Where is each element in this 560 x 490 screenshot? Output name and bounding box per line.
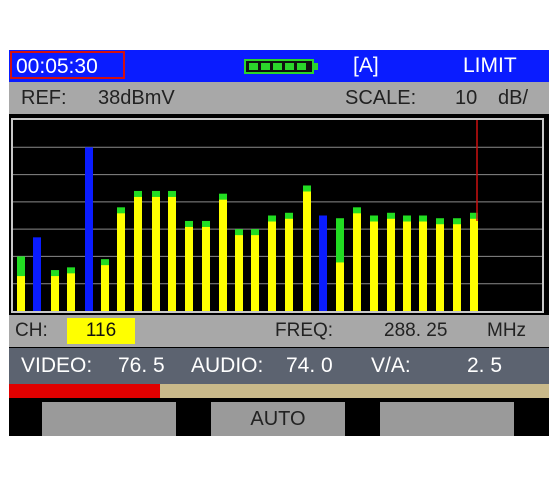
softkey-auto[interactable]: AUTO bbox=[211, 402, 345, 436]
scale-value: 10 bbox=[455, 87, 478, 109]
channel-bar bbox=[436, 224, 444, 311]
channel-bar bbox=[202, 226, 210, 311]
channel-bar bbox=[152, 196, 160, 311]
channel-bar bbox=[17, 276, 25, 311]
analyzer-screen: 00:05:30 [A] LIMIT REF: 38dBmV SCALE: 10… bbox=[9, 50, 549, 436]
ref-label: REF: bbox=[21, 87, 67, 109]
title-bar: 00:05:30 [A] LIMIT bbox=[9, 50, 549, 82]
battery-cell bbox=[273, 63, 282, 70]
channel-value[interactable]: 116 bbox=[67, 318, 135, 344]
softkey-3[interactable] bbox=[380, 402, 514, 436]
channel-bar bbox=[336, 262, 344, 311]
reference-bar: REF: 38dBmV SCALE: 10 dB/ bbox=[9, 82, 549, 114]
softkey-row: AUTO bbox=[9, 402, 549, 436]
channel-bar bbox=[268, 221, 276, 311]
channel-bar bbox=[387, 218, 395, 311]
level-readings: VIDEO: 76. 5 AUDIO: 74. 0 V/A: 2. 5 bbox=[9, 348, 549, 384]
channel-bar bbox=[101, 265, 109, 311]
level-progress-bar bbox=[9, 384, 549, 398]
channel-bar bbox=[185, 226, 193, 311]
battery-cell bbox=[249, 63, 258, 70]
channel-bar bbox=[168, 196, 176, 311]
channel-bar bbox=[370, 221, 378, 311]
video-label: VIDEO: bbox=[21, 354, 93, 377]
channel-bar bbox=[235, 235, 243, 311]
channel-bar bbox=[251, 235, 259, 311]
video-value: 76. 5 bbox=[118, 354, 165, 377]
frequency-label: FREQ: bbox=[275, 320, 334, 341]
audio-label: AUDIO: bbox=[191, 354, 264, 377]
mode-indicator: [A] bbox=[353, 54, 379, 77]
battery-icon bbox=[244, 59, 314, 74]
level-progress-fill bbox=[9, 384, 161, 398]
channel-bar-selected bbox=[85, 147, 93, 311]
limit-indicator: LIMIT bbox=[463, 54, 517, 77]
battery-tip bbox=[314, 63, 318, 70]
channel-bar-selected bbox=[319, 215, 327, 311]
channel-bar bbox=[117, 213, 125, 311]
channel-bar bbox=[285, 218, 293, 311]
frequency-unit: MHz bbox=[487, 320, 527, 341]
channel-bar bbox=[219, 199, 227, 311]
channel-bar bbox=[453, 224, 461, 311]
softkey-1[interactable] bbox=[42, 402, 176, 436]
battery-cell bbox=[285, 63, 294, 70]
spectrum-plot bbox=[11, 118, 544, 313]
channel-bar bbox=[51, 276, 59, 311]
channel-bar bbox=[134, 196, 142, 311]
channel-bar bbox=[67, 273, 75, 311]
channel-bar bbox=[303, 191, 311, 311]
channel-bar: CH: 116 FREQ: 288. 25 MHz bbox=[9, 315, 549, 347]
frequency-value: 288. 25 bbox=[384, 320, 448, 341]
channel-bar bbox=[353, 213, 361, 311]
battery-cell bbox=[261, 63, 270, 70]
clock-display: 00:05:30 bbox=[10, 51, 125, 79]
scale-unit: dB/ bbox=[498, 87, 529, 109]
battery-cell bbox=[297, 63, 306, 70]
spectrum-chart bbox=[13, 120, 542, 311]
channel-bar bbox=[470, 218, 478, 311]
channel-bar-selected bbox=[33, 237, 41, 311]
va-label: V/A: bbox=[371, 354, 411, 377]
channel-label: CH: bbox=[15, 320, 48, 341]
va-value: 2. 5 bbox=[467, 354, 503, 377]
audio-value: 74. 0 bbox=[286, 354, 333, 377]
scale-label: SCALE: bbox=[345, 87, 417, 109]
ref-value: 38dBmV bbox=[98, 87, 175, 109]
channel-bar bbox=[403, 221, 411, 311]
channel-bar bbox=[419, 221, 427, 311]
